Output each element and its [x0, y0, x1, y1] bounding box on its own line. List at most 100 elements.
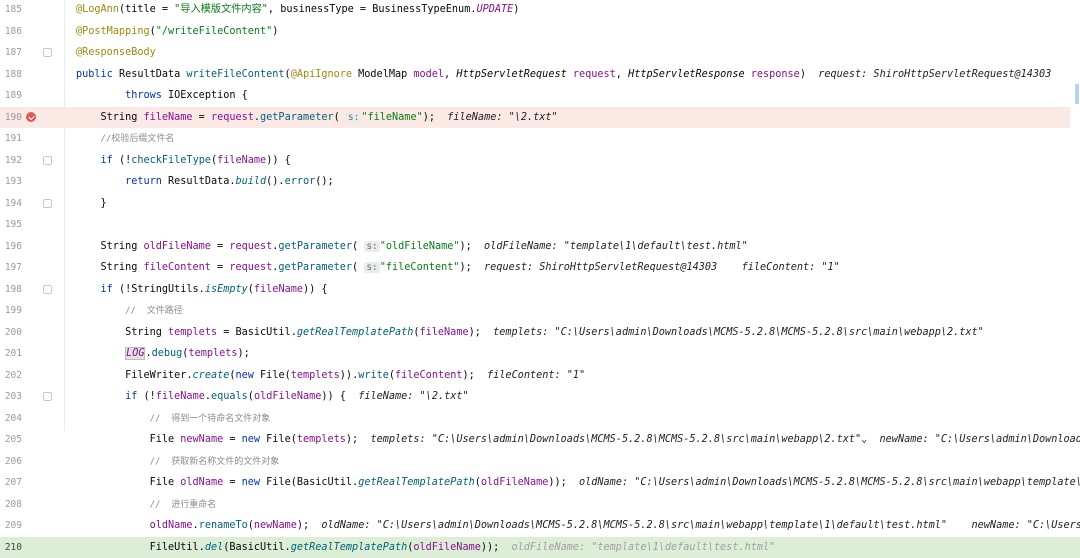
line-number[interactable]: 204	[4, 408, 22, 429]
code-token: new	[235, 369, 261, 381]
line-number[interactable]: 197	[4, 257, 22, 278]
line-number[interactable]: 193	[4, 171, 22, 192]
code-line[interactable]: 202 FileWriter.create(new File(templets)…	[0, 365, 1080, 386]
fold-toggle-icon[interactable]	[43, 155, 52, 165]
breakpoint-icon[interactable]	[26, 111, 36, 122]
code-text[interactable]: String oldFileName = request.getParamete…	[76, 236, 748, 257]
code-line[interactable]: 199 // 文件路径	[0, 300, 1080, 321]
line-number[interactable]: 201	[4, 343, 22, 364]
line-number[interactable]: 199	[4, 300, 22, 321]
code-line[interactable]: 188 public ResultData writeFileContent(@A…	[0, 64, 1080, 85]
code-text[interactable]: String templets = BasicUtil.getRealTempl…	[76, 322, 984, 343]
code-line[interactable]: 189 throws IOException {	[0, 85, 1080, 106]
parameter-hint: s:	[345, 111, 362, 123]
code-text[interactable]: File oldName = new File(BasicUtil.getRea…	[76, 472, 1080, 493]
code-text[interactable]: FileWriter.create(new File(templets)).wr…	[76, 365, 585, 386]
code-token: fileName	[419, 326, 469, 338]
code-text[interactable]: // 获取新名称文件的文件对象	[76, 451, 280, 473]
code-line[interactable]: 195	[0, 214, 1080, 235]
code-line[interactable]: 194 }	[0, 193, 1080, 214]
code-token: );	[237, 348, 250, 359]
code-text[interactable]: // 进行重命名	[76, 494, 217, 516]
line-number[interactable]: 206	[4, 451, 22, 472]
code-text[interactable]: String fileContent = request.getParamete…	[76, 257, 840, 278]
code-text[interactable]: LOG.debug(templets);	[76, 343, 250, 364]
code-line[interactable]: 186 @PostMapping("/writeFileContent")	[0, 21, 1080, 42]
code-line[interactable]: 207 File oldName = new File(BasicUtil.ge…	[0, 472, 1080, 493]
code-line[interactable]: 208 // 进行重命名	[0, 494, 1080, 515]
code-line[interactable]: 205 File newName = new File(templets); t…	[0, 429, 1080, 450]
code-text[interactable]: return ResultData.build().error();	[76, 171, 334, 192]
fold-toggle-icon[interactable]	[43, 198, 52, 208]
code-line[interactable]: 204 // 得到一个待命名文件对象	[0, 408, 1080, 429]
code-text[interactable]: if (!StringUtils.isEmpty(fileName)) {	[76, 279, 328, 300]
code-text[interactable]: //校验后缀文件名	[76, 128, 175, 150]
line-number[interactable]: 187	[4, 42, 22, 63]
code-text[interactable]: @ResponseBody	[76, 42, 156, 63]
code-text[interactable]: }	[76, 193, 107, 214]
line-number[interactable]: 207	[4, 472, 22, 493]
code-line[interactable]: 191 //校验后缀文件名	[0, 128, 1080, 149]
code-line[interactable]: 209 oldName.renameTo(newName); oldName: …	[0, 515, 1080, 536]
code-text[interactable]: if (!checkFileType(fileName)) {	[76, 150, 291, 171]
code-line[interactable]: 187 @ResponseBody	[0, 42, 1080, 63]
code-text[interactable]: @PostMapping("/writeFileContent")	[76, 21, 278, 42]
code-line[interactable]: 203 if (!fileName.equals(oldFileName)) {…	[0, 386, 1080, 407]
code-line[interactable]: 190 String fileName = request.getParamet…	[0, 106, 1080, 128]
code-token: )	[272, 25, 279, 37]
code-token: }	[76, 197, 107, 209]
code-text[interactable]: FileUtil.del(BasicUtil.getRealTemplatePa…	[76, 537, 776, 558]
code-text[interactable]: throws IOException {	[76, 85, 248, 106]
scrollbar[interactable]	[1070, 0, 1080, 431]
fold-toggle-icon[interactable]	[43, 392, 52, 401]
code-token: request	[229, 240, 273, 252]
code-token: @PostMapping	[76, 25, 150, 37]
code-token: File(BasicUtil.	[266, 477, 359, 488]
code-text[interactable]: if (!fileName.equals(oldFileName)) { fil…	[76, 386, 469, 407]
line-number[interactable]: 209	[4, 515, 22, 536]
code-text[interactable]: oldName.renameTo(newName); oldName: "C:\…	[76, 515, 1080, 536]
code-line[interactable]: 193 return ResultData.build().error();	[0, 171, 1080, 192]
code-editor[interactable]: 185 @LogAnn(title = "导入模版文件内容", businessT…	[0, 0, 1080, 558]
line-number[interactable]: 192	[4, 150, 22, 171]
code-text[interactable]: @LogAnn(title = "导入模版文件内容", businessType…	[76, 0, 519, 20]
line-number[interactable]: 195	[4, 214, 22, 235]
code-text[interactable]: File newName = new File(templets); templ…	[76, 429, 1080, 450]
code-text[interactable]: public ResultData writeFileContent(@ApiI…	[76, 64, 1080, 85]
code-token: getParameter	[278, 262, 353, 273]
code-line[interactable]: 185 @LogAnn(title = "导入模版文件内容", businessT…	[0, 0, 1080, 20]
code-token: (title =	[118, 4, 175, 15]
fold-toggle-icon[interactable]	[43, 284, 52, 294]
line-number[interactable]: 196	[4, 236, 22, 257]
line-number[interactable]: 185	[4, 0, 22, 20]
line-number[interactable]: 186	[4, 21, 22, 42]
line-number[interactable]: 198	[4, 279, 22, 300]
code-text[interactable]: String fileName = request.getParameter( …	[76, 107, 558, 128]
line-number[interactable]: 191	[4, 128, 22, 149]
code-text[interactable]: // 文件路径	[76, 300, 183, 322]
code-line[interactable]: 201 LOG.debug(templets);	[0, 343, 1080, 364]
code-line[interactable]: 196 String oldFileName = request.getPara…	[0, 236, 1080, 257]
line-number[interactable]: 200	[4, 322, 22, 343]
code-text[interactable]: // 得到一个待命名文件对象	[76, 408, 271, 430]
code-line[interactable]: 210 FileUtil.del(BasicUtil.getRealTempla…	[0, 536, 1080, 558]
line-number[interactable]: 203	[4, 386, 22, 407]
line-number[interactable]: 188	[4, 64, 22, 85]
code-token: );	[462, 369, 488, 381]
fold-toggle-icon[interactable]	[43, 48, 52, 57]
code-line[interactable]: 192 if (!checkFileType(fileName)) {	[0, 150, 1080, 171]
debug-inline-value: oldFileName: "template\1\default\test.ht…	[484, 240, 748, 252]
code-line[interactable]: 200 String templets = BasicUtil.getRealT…	[0, 322, 1080, 343]
code-line[interactable]: 197 String fileContent = request.getPara…	[0, 257, 1080, 278]
line-number[interactable]: 205	[4, 429, 22, 450]
code-line[interactable]: 206 // 获取新名称文件的文件对象	[0, 451, 1080, 472]
code-token: renameTo	[198, 520, 248, 531]
line-number[interactable]: 190	[4, 107, 22, 128]
code-line[interactable]: 198 if (!StringUtils.isEmpty(fileName)) …	[0, 279, 1080, 300]
line-number[interactable]: 189	[4, 85, 22, 106]
line-number[interactable]: 202	[4, 365, 22, 386]
code-token: getParameter	[260, 111, 334, 123]
line-number[interactable]: 210	[4, 537, 22, 558]
line-number[interactable]: 194	[4, 193, 22, 214]
line-number[interactable]: 208	[4, 494, 22, 515]
